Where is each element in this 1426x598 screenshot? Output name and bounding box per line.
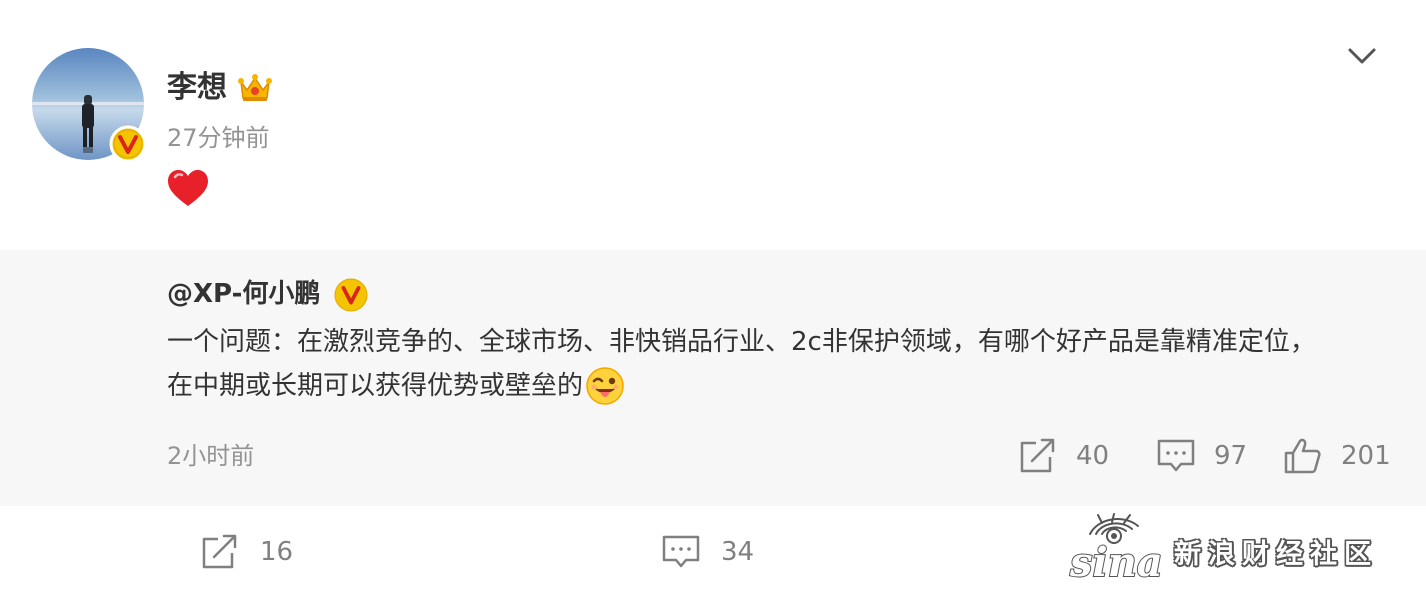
quoted-text-line-2: 在中期或长期可以获得优势或壁垒的 [167, 364, 1367, 408]
weibo-post-card: 李想 27分钟前 @XP-何小鹏 一个问题：在激烈竞争的、全球市场、非快销品行业… [0, 0, 1426, 598]
quoted-like-count: 201 [1341, 441, 1391, 471]
comment-button[interactable]: 34 [661, 532, 754, 572]
chevron-down-icon[interactable] [1344, 42, 1380, 70]
author-name[interactable]: 李想 [167, 66, 227, 110]
thumbs-up-icon [1284, 438, 1321, 474]
quoted-post-time[interactable]: 2小时前 [167, 438, 254, 474]
post-time[interactable]: 27分钟前 [167, 120, 270, 156]
comment-icon [662, 535, 700, 568]
quoted-text: 一个问题：在激烈竞争的、全球市场、非快销品行业、2c非保护领域，有哪个好产品是靠… [167, 320, 1367, 408]
repost-icon [1020, 438, 1055, 473]
repost-icon [202, 534, 237, 569]
quoted-like-button[interactable]: 201 [1283, 436, 1391, 476]
repost-button[interactable]: 16 [200, 532, 293, 572]
watermark-text: 新浪财经社区 [1174, 539, 1378, 570]
quoted-text-line-2-text: 在中期或长期可以获得优势或壁垒的 [167, 371, 584, 401]
quoted-post[interactable]: @XP-何小鹏 一个问题：在激烈竞争的、全球市场、非快销品行业、2c非保护领域，… [0, 250, 1426, 506]
quoted-comment-button[interactable]: 97 [1156, 436, 1247, 476]
quoted-repost-button[interactable]: 40 [1018, 436, 1109, 476]
verified-badge-icon [109, 125, 147, 163]
repost-count: 16 [260, 537, 294, 567]
heart-emoji-icon [168, 170, 208, 206]
quoted-comment-count: 97 [1214, 441, 1248, 471]
sina-logo-text: sina [1069, 539, 1163, 584]
sina-eye-logo-icon: sina [1068, 513, 1164, 584]
quoted-repost-count: 40 [1076, 441, 1110, 471]
comment-count: 34 [721, 537, 755, 567]
comment-icon [1157, 439, 1195, 472]
sina-watermark: sina 新浪财经社区 [1068, 512, 1388, 588]
verified-badge-icon [334, 278, 368, 312]
tongue-wink-emoji-icon [586, 367, 624, 405]
crown-vip-icon [238, 74, 272, 101]
quoted-author-name[interactable]: @XP-何小鹏 [167, 274, 320, 314]
quoted-text-line-1: 一个问题：在激烈竞争的、全球市场、非快销品行业、2c非保护领域，有哪个好产品是靠… [167, 327, 1316, 357]
